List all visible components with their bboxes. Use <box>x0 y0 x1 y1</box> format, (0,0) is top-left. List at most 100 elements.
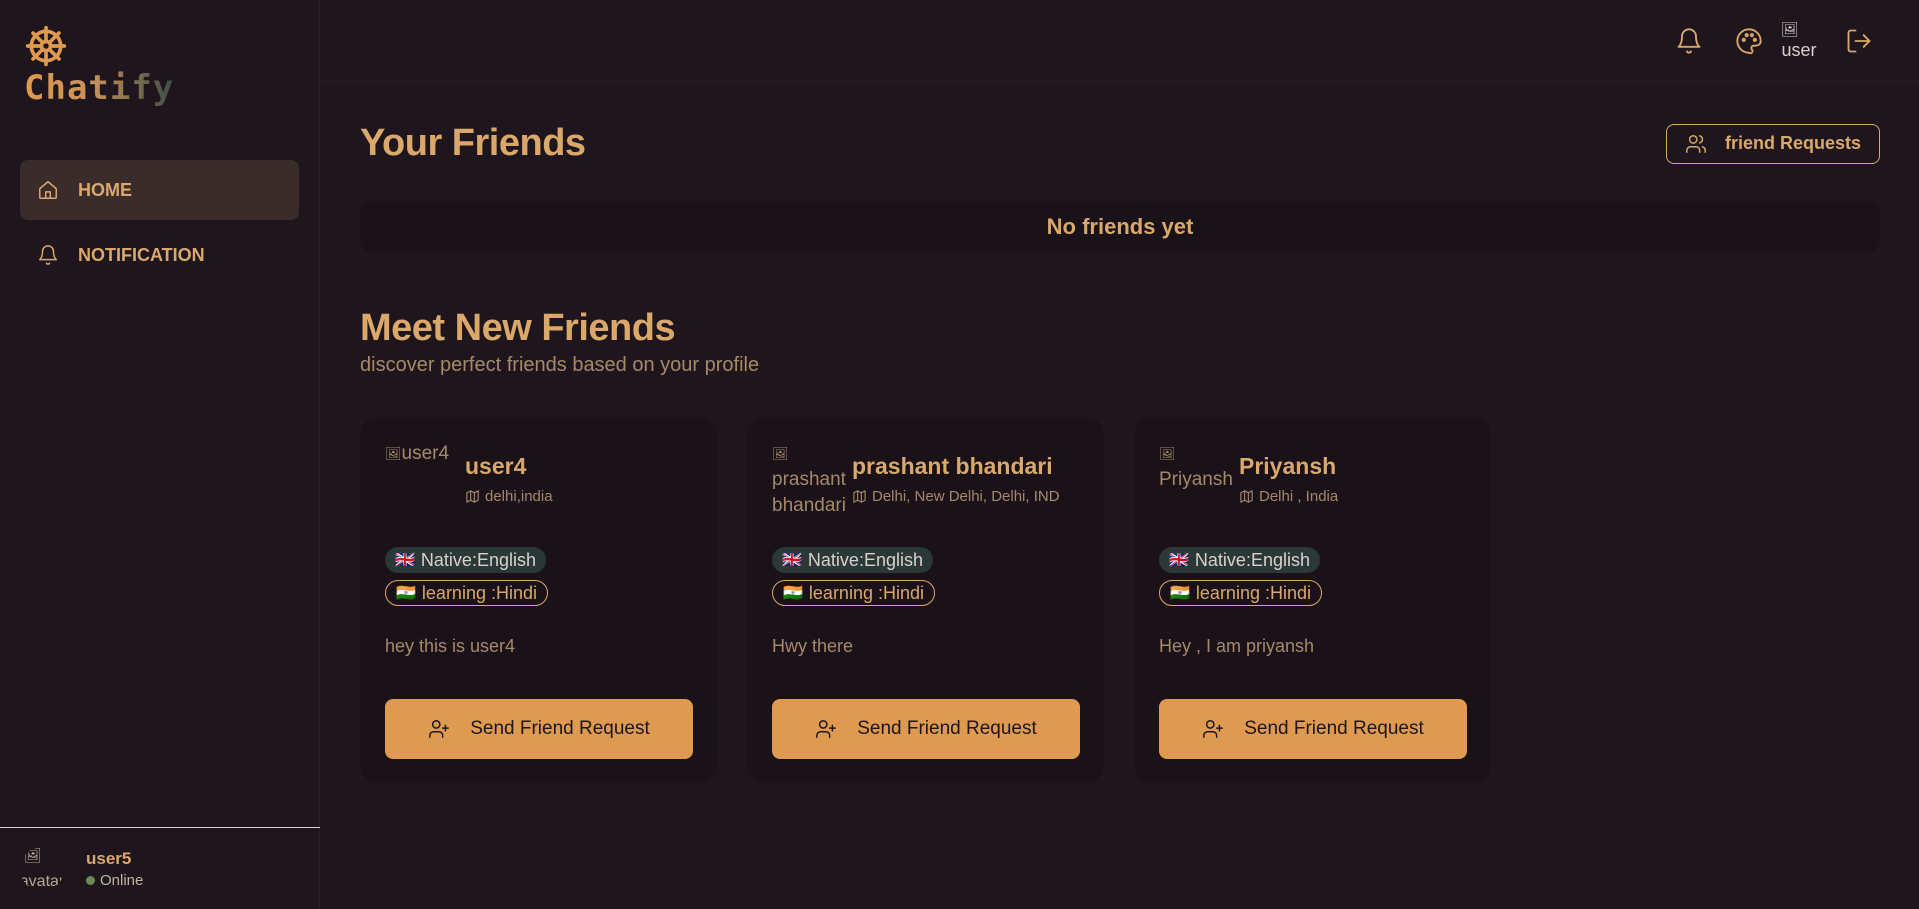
profile-name: user5 <box>86 848 132 868</box>
card-header: 🖼 prashant bhandari prashant bhandari Del… <box>772 441 1079 521</box>
uk-flag-icon: 🇬🇧 <box>395 552 415 569</box>
user-plus-icon <box>816 720 837 738</box>
avatar: 🖼 Priyansh <box>1159 441 1239 521</box>
sidebar-item-notification[interactable]: NOTIFICATION <box>20 225 299 285</box>
card-name: Priyansh <box>1239 453 1337 479</box>
main: 🖼 user Your Friends friend Requests No f… <box>320 0 1919 909</box>
language-badges: 🇬🇧 Native:English 🇮🇳 learning :Hindi <box>1159 547 1466 606</box>
card-name: user4 <box>465 453 527 479</box>
page-title: Your Friends <box>360 122 586 164</box>
brand[interactable]: Chatify <box>24 24 174 108</box>
online-dot-icon <box>86 875 95 885</box>
native-language-text: Native:English <box>1194 549 1310 570</box>
empty-friends-message: No friends yet <box>360 201 1880 253</box>
learning-language-badge: 🇮🇳 learning :Hindi <box>385 580 548 606</box>
avatar: 🖼 prashant bhandari <box>772 441 852 521</box>
home-icon <box>36 178 60 202</box>
india-flag-icon: 🇮🇳 <box>1170 585 1190 602</box>
card-header: 🖼 Priyansh Priyansh Delhi , India <box>1159 441 1466 521</box>
logout-icon <box>1847 29 1871 52</box>
learning-language-text: learning :Hindi <box>421 582 537 603</box>
uk-flag-icon: 🇬🇧 <box>782 552 802 569</box>
app: Chatify HOME NOTIFICATION 🖼 avatar user5… <box>0 0 1919 909</box>
avatar: 🖼 avatar <box>20 847 64 891</box>
sidebar-item-label: HOME <box>78 179 132 200</box>
friend-card: 🖼 Priyansh Priyansh Delhi , India 🇬🇧 Nativ… <box>1134 417 1491 783</box>
india-flag-icon: 🇮🇳 <box>783 585 803 602</box>
location-text: Delhi , India <box>1259 488 1339 505</box>
map-icon <box>853 490 866 503</box>
notifications-button[interactable] <box>1669 21 1709 61</box>
learning-language-badge: 🇮🇳 learning :Hindi <box>1159 580 1322 606</box>
profile-info: user5 Online <box>86 849 143 889</box>
india-flag-icon: 🇮🇳 <box>396 585 416 602</box>
card-location: Delhi, New Delhi, Delhi, IND <box>852 488 1060 505</box>
sidebar-item-home[interactable]: HOME <box>20 160 299 220</box>
sidebar-item-label: NOTIFICATION <box>78 244 205 265</box>
user-plus-icon <box>429 720 450 738</box>
sidebar: Chatify HOME NOTIFICATION 🖼 avatar user5… <box>0 0 320 909</box>
card-bio: hey this is user4 <box>385 636 516 656</box>
broken-image-icon: 🖼 <box>772 446 789 461</box>
avatar-alt-text: avatar <box>20 872 64 890</box>
user-plus-icon <box>1203 720 1224 738</box>
avatar-alt-text: Priyansh <box>1159 469 1233 490</box>
native-language-text: Native:English <box>420 549 536 570</box>
card-location: Delhi , India <box>1239 488 1338 505</box>
avatar-alt-text: prashant bhandari <box>772 469 846 516</box>
learning-language-text: learning :Hindi <box>1195 582 1311 603</box>
card-meta: Priyansh Delhi , India <box>1239 453 1338 505</box>
users-icon <box>1686 134 1706 153</box>
avatar-alt-text: user4 <box>401 443 450 464</box>
sidebar-profile: 🖼 avatar user5 Online <box>0 827 320 909</box>
native-language-badge: 🇬🇧 Native:English <box>1159 547 1320 573</box>
friend-requests-label: friend Requests <box>1724 133 1861 153</box>
broken-image-icon: 🖼 <box>24 846 42 863</box>
friend-card: 🖼 prashant bhandari prashant bhandari Del… <box>747 417 1104 783</box>
map-icon <box>1240 490 1253 503</box>
logout-button[interactable] <box>1839 21 1879 61</box>
send-friend-request-button[interactable]: Send Friend Request <box>385 699 693 759</box>
user-avatar-button[interactable]: 🖼 user <box>1779 21 1819 61</box>
friend-card: 🖼user4 user4 delhi,india 🇬🇧 Native:Englis… <box>360 417 717 783</box>
friend-requests-button[interactable]: friend Requests <box>1665 123 1880 164</box>
theme-button[interactable] <box>1729 21 1769 61</box>
language-badges: 🇬🇧 Native:English 🇮🇳 learning :Hindi <box>385 547 692 606</box>
learning-language-text: learning :Hindi <box>808 582 924 603</box>
send-friend-request-button[interactable]: Send Friend Request <box>772 699 1080 759</box>
avatar-alt-text: user <box>1781 39 1817 60</box>
location-text: delhi,india <box>485 488 553 505</box>
broken-image-icon: 🖼 <box>1781 20 1799 37</box>
sidebar-nav: HOME NOTIFICATION <box>20 160 299 290</box>
native-language-text: Native:English <box>807 549 923 570</box>
recommendations-list: 🖼user4 user4 delhi,india 🇬🇧 Native:Englis… <box>360 417 1880 783</box>
avatar: 🖼user4 <box>385 441 465 521</box>
location-text: Delhi, New Delhi, Delhi, IND <box>872 488 1060 505</box>
map-icon <box>466 490 479 503</box>
card-bio: Hwy there <box>772 636 854 656</box>
card-header: 🖼user4 user4 delhi,india <box>385 441 692 521</box>
card-name: prashant bhandari <box>852 453 1053 479</box>
broken-image-icon: 🖼 <box>1159 446 1176 461</box>
friends-header: Your Friends friend Requests <box>360 122 1880 165</box>
send-friend-request-label: Send Friend Request <box>1244 718 1424 739</box>
topbar: 🖼 user <box>320 0 1919 82</box>
send-friend-request-button[interactable]: Send Friend Request <box>1159 699 1467 759</box>
profile-status: Online <box>86 872 143 889</box>
send-friend-request-label: Send Friend Request <box>470 718 650 739</box>
broken-image-icon: 🖼 <box>385 446 402 461</box>
card-location: delhi,india <box>465 488 553 505</box>
card-bio: Hey , I am priyansh <box>1159 636 1315 656</box>
content: Your Friends friend Requests No friends … <box>360 82 1880 783</box>
send-friend-request-label: Send Friend Request <box>857 718 1037 739</box>
language-badges: 🇬🇧 Native:English 🇮🇳 learning :Hindi <box>772 547 1079 606</box>
palette-icon <box>1736 27 1762 54</box>
card-meta: prashant bhandari Delhi, New Delhi, Delh… <box>852 453 1060 505</box>
native-language-badge: 🇬🇧 Native:English <box>385 547 546 573</box>
meet-title: Meet New Friends <box>360 307 676 349</box>
ship-wheel-icon <box>25 25 67 67</box>
meet-subtitle: discover perfect friends based on your p… <box>360 354 760 376</box>
learning-language-badge: 🇮🇳 learning :Hindi <box>772 580 935 606</box>
bell-icon <box>36 243 60 267</box>
card-meta: user4 delhi,india <box>465 453 553 505</box>
